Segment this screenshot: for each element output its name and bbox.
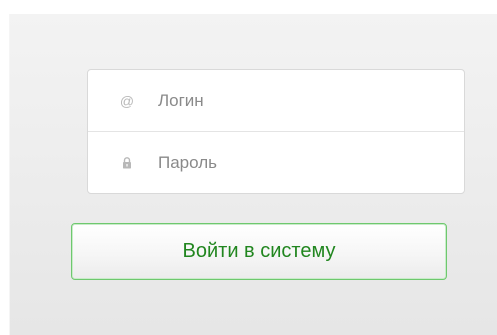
lock-icon (116, 157, 138, 169)
password-field[interactable] (88, 132, 464, 193)
login-field[interactable]: @ (88, 70, 464, 132)
credentials-box: @ (87, 69, 465, 194)
login-panel: @ (10, 14, 497, 335)
password-input[interactable] (158, 153, 448, 173)
login-button-label: Войти в систему (182, 240, 336, 262)
login-button[interactable]: Войти в систему (71, 223, 447, 280)
at-sign-icon: @ (119, 92, 135, 109)
login-input[interactable] (158, 90, 448, 111)
